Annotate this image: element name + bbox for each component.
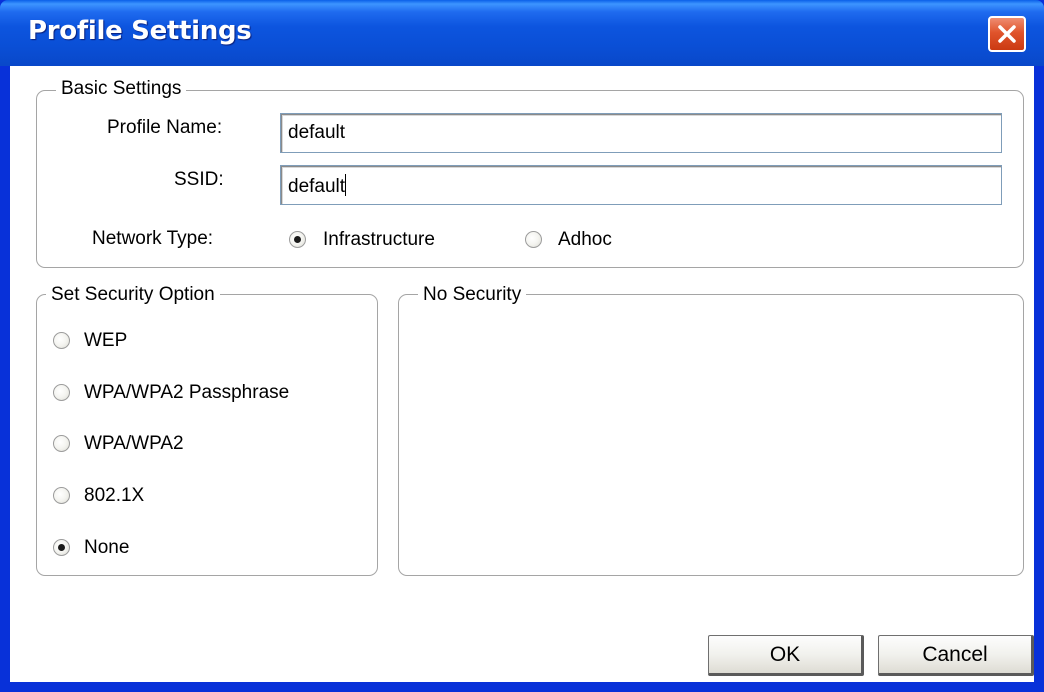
radio-wep[interactable] (53, 332, 70, 349)
radio-none-label[interactable]: None (84, 536, 129, 560)
close-button[interactable] (988, 16, 1026, 52)
security-detail-group (398, 294, 1024, 576)
close-icon (998, 25, 1016, 43)
ssid-value: default (288, 176, 346, 197)
radio-adhoc-label[interactable]: Adhoc (558, 228, 612, 252)
ssid-input[interactable]: default (280, 165, 1002, 205)
profile-name-label: Profile Name: (107, 117, 223, 138)
ssid-label: SSID: (174, 169, 224, 190)
radio-none[interactable] (53, 539, 70, 556)
radio-adhoc[interactable] (525, 231, 542, 248)
radio-infrastructure-label[interactable]: Infrastructure (323, 228, 435, 252)
basic-settings-legend: Basic Settings (56, 78, 187, 100)
title-bar[interactable]: Profile Settings (0, 0, 1044, 66)
radio-wpa-label[interactable]: WPA/WPA2 (84, 432, 184, 456)
profile-name-value: default (288, 122, 346, 143)
cancel-button[interactable]: Cancel (878, 635, 1034, 676)
radio-wpa-passphrase-label[interactable]: WPA/WPA2 Passphrase (84, 381, 289, 405)
profile-name-input[interactable]: default (280, 113, 1002, 153)
radio-wpa-passphrase[interactable] (53, 384, 70, 401)
radio-wpa[interactable] (53, 435, 70, 452)
security-detail-legend: No Security (418, 284, 527, 306)
profile-settings-dialog: Profile Settings Basic Settings Profile … (0, 0, 1044, 692)
radio-8021x[interactable] (53, 487, 70, 504)
dialog-title: Profile Settings (28, 16, 252, 46)
ok-button[interactable]: OK (708, 635, 864, 676)
dialog-body: Basic Settings Profile Name: default SSI… (10, 66, 1034, 682)
radio-wep-label[interactable]: WEP (84, 329, 127, 353)
radio-8021x-label[interactable]: 802.1X (84, 484, 144, 508)
network-type-label: Network Type: (92, 228, 214, 249)
text-caret (345, 174, 347, 196)
radio-infrastructure[interactable] (289, 231, 306, 248)
security-option-legend: Set Security Option (46, 284, 220, 306)
